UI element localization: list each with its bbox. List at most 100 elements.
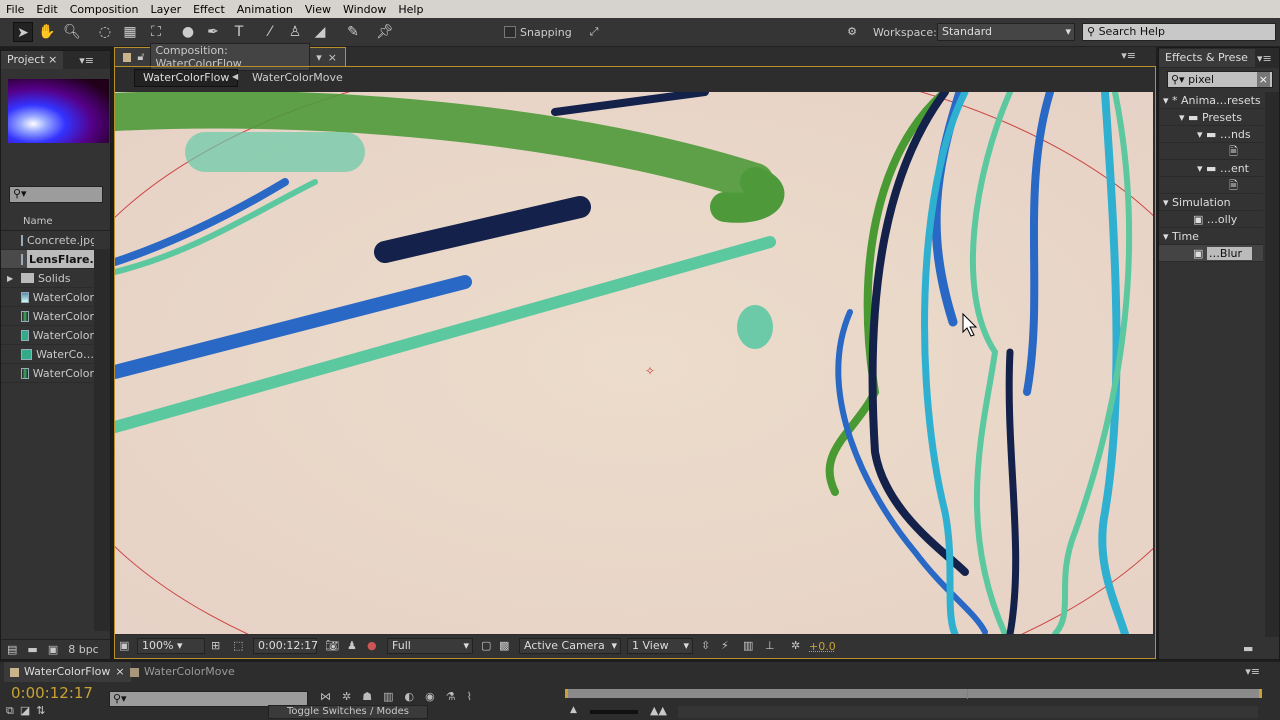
project-scrollbar[interactable] [94,249,110,631]
close-icon[interactable]: × [328,51,337,64]
list-item[interactable]: LensFlare. [1,250,94,269]
effects-search-input[interactable]: ⚲▾ pixel × [1167,71,1273,88]
motion-blur-icon[interactable]: ◐ [405,690,415,703]
interpret-footage-icon[interactable]: ▤ [7,643,17,656]
brainstorm-icon[interactable]: ⚗ [446,690,456,703]
frame-blending-icon[interactable]: ▥ [383,690,393,703]
composition-viewer[interactable]: ✧ [115,92,1153,634]
graph-editor-icon[interactable]: ◉ [425,690,435,703]
resolution-select[interactable]: Full ▾ [387,638,473,654]
zoom-in-icon[interactable]: ▲▲ [650,704,667,717]
lock-icon[interactable]: 🔓︎ [137,50,144,64]
tree-item[interactable]: ▣ …olly [1159,211,1263,228]
column-header-name[interactable]: Name [1,213,110,231]
list-item[interactable]: WaterColor [1,326,94,345]
menu-composition[interactable]: Composition [64,3,145,16]
clear-search-icon[interactable]: × [1256,72,1270,87]
menu-view[interactable]: View [299,3,337,16]
project-search-input[interactable]: ⚲▾ [9,186,103,203]
in-out-icon[interactable]: ⇅ [36,704,45,718]
layer-switches-icon[interactable]: ⧉ [6,704,14,718]
show-snapshot-icon[interactable]: ♟ [347,639,357,652]
zoom-tool-icon[interactable]: 🔍︎ [62,22,82,42]
timeline-timecode[interactable]: 0:00:12:17 [11,684,93,702]
list-item[interactable]: Concrete.jpg [1,231,94,250]
rotate-tool-icon[interactable]: ◌ [95,22,115,42]
tab-effects-presets[interactable]: Effects & Prese [1159,49,1255,67]
menu-animation[interactable]: Animation [231,3,299,16]
hand-tool-icon[interactable]: ✋ [37,22,57,42]
tree-item[interactable]: 🗎 [1159,177,1263,194]
draft-3d-icon[interactable]: ✲ [342,690,351,703]
grid-guides-icon[interactable]: ⊞ [211,639,220,652]
tree-item[interactable]: 🗎 [1159,143,1263,160]
tree-item[interactable]: ▾ Time [1159,228,1263,245]
tree-item[interactable]: ▾ * Anima…resets [1159,92,1263,109]
tab-timeline-waterColorMove[interactable]: WaterColorMove [124,662,241,682]
workspace-sync-icon[interactable]: ⚙ [842,22,862,42]
comp-mini-flowchart-icon[interactable]: ⋈ [320,690,331,703]
shy-layers-icon[interactable]: ☗ [362,690,372,703]
magnification-select[interactable]: 100% ▾ [137,638,205,654]
zoom-out-icon[interactable]: ▲ [570,705,577,715]
work-area-bar[interactable] [565,689,1262,698]
mask-visibility-icon[interactable]: ⬚ [233,639,243,652]
transparency-grid-icon[interactable]: ▩ [499,639,509,652]
pen-tool-icon[interactable]: ✒ [203,22,223,42]
breadcrumb-waterColorMove[interactable]: WaterColorMove [252,71,343,84]
snap-options-icon[interactable]: ⤢ [584,22,604,42]
menu-layer[interactable]: Layer [144,3,187,16]
tab-project[interactable]: Project × [1,51,64,69]
snapshot-icon[interactable]: 📷︎ [325,639,339,652]
always-preview-icon[interactable]: ▣ [119,639,129,652]
eraser-tool-icon[interactable]: ◢ [310,22,330,42]
list-item[interactable]: WaterColor [1,364,94,383]
panel-menu-icon[interactable]: ▾≡ [79,54,94,67]
triangle-right-icon[interactable]: ▶ [7,269,13,288]
timeline-scrollbar[interactable] [678,706,1258,718]
selection-tool-icon[interactable]: ➤ [13,22,33,42]
new-folder-icon[interactable]: ▬ [1243,642,1253,655]
brush-tool-icon[interactable]: ⁄ [260,22,280,42]
tree-item[interactable]: ▾ ▬ …ent [1159,160,1263,177]
puppet-pin-tool-icon[interactable]: 📌︎ [375,22,395,42]
fast-previews-icon[interactable]: ⚡ [721,639,729,652]
menu-edit[interactable]: Edit [30,3,63,16]
snapping-checkbox[interactable] [504,26,516,38]
exposure-reset-icon[interactable]: ✲ [791,639,800,652]
clone-stamp-tool-icon[interactable]: ♙ [285,22,305,42]
menu-file[interactable]: File [0,3,30,16]
list-item[interactable]: WaterColor [1,307,94,326]
new-composition-icon[interactable]: ▣ [48,643,58,656]
camera-select[interactable]: Active Camera ▾ [519,638,621,654]
text-tool-icon[interactable]: T [229,22,249,42]
toggle-switches-modes-button[interactable]: Toggle Switches / Modes [268,705,428,719]
auto-keyframe-icon[interactable]: ⌇ [467,690,472,703]
timeline-zoom-slider[interactable] [590,710,638,714]
flowchart-icon[interactable]: ⊥ [765,639,775,652]
menu-help[interactable]: Help [392,3,429,16]
roto-brush-tool-icon[interactable]: ✎ [343,22,363,42]
tab-composition[interactable]: 🔓︎ Composition: WaterColorFlow ▾ × [114,43,346,71]
pan-behind-tool-icon[interactable]: ⛶ [146,22,166,42]
shape-tool-icon[interactable]: ● [178,22,198,42]
tree-item[interactable]: ▾ ▬ Presets [1159,109,1263,126]
tree-item[interactable]: ▾ Simulation [1159,194,1263,211]
menu-effect[interactable]: Effect [187,3,231,16]
search-help-input[interactable]: ⚲ Search Help [1082,23,1276,41]
list-item[interactable]: WaterCo… [1,345,94,364]
menu-window[interactable]: Window [337,3,392,16]
panel-menu-icon[interactable]: ▾≡ [1121,49,1136,62]
pixel-aspect-icon[interactable]: ⇳ [701,639,710,652]
current-time-indicator[interactable] [967,689,968,699]
panel-menu-icon[interactable]: ▾≡ [1257,52,1272,65]
effects-scrollbar[interactable] [1265,92,1279,637]
exposure-value[interactable]: +0.0 [809,640,836,653]
transfer-controls-icon[interactable]: ◪ [20,704,30,718]
breadcrumb-waterColorFlow[interactable]: WaterColorFlow [134,69,239,87]
timeline-icon[interactable]: ▥ [743,639,753,652]
workspace-select[interactable]: Standard ▾ [937,23,1075,41]
panel-menu-icon[interactable]: ▾≡ [1245,665,1260,678]
list-item[interactable]: ▶ Solids [1,269,94,288]
view-layout-select[interactable]: 1 View ▾ [627,638,693,654]
